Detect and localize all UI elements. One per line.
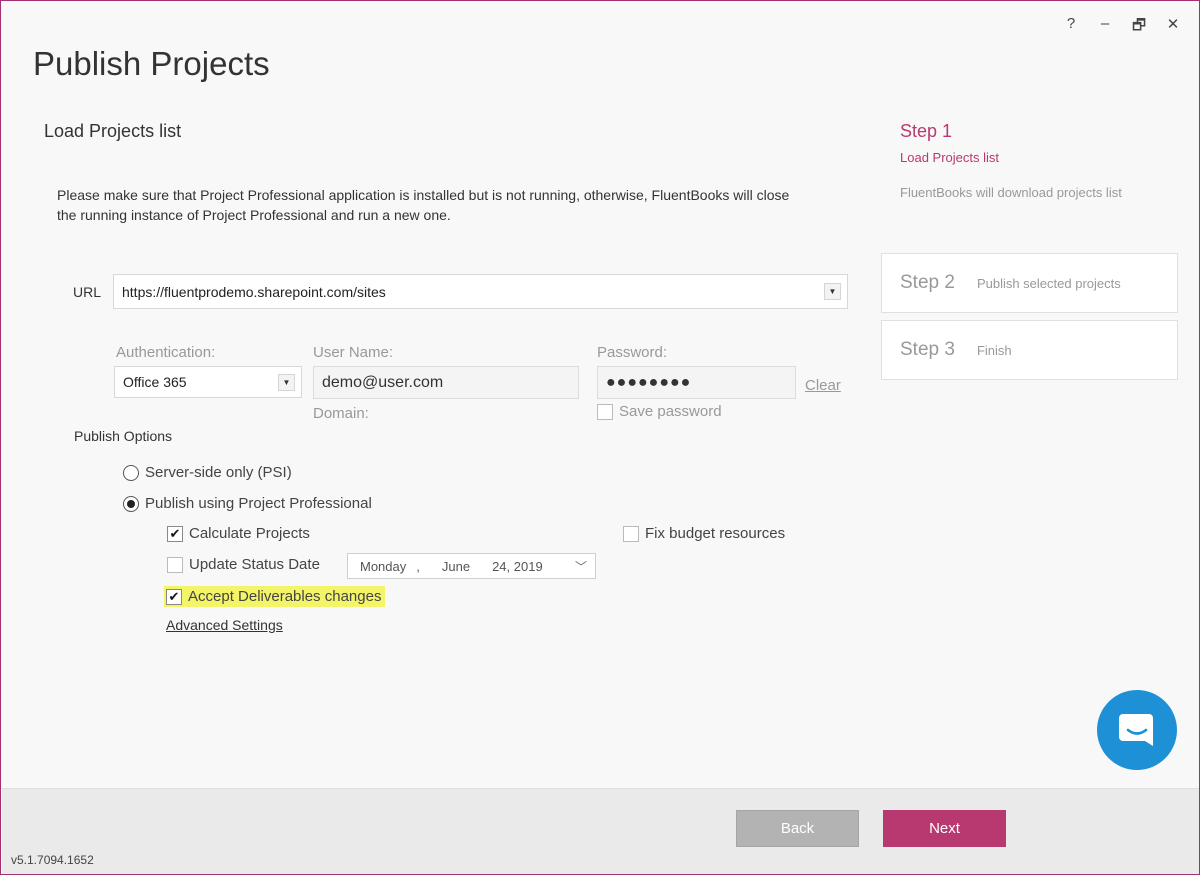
chat-button[interactable] [1097,690,1177,770]
dropdown-arrow-icon[interactable]: ▼ [824,283,841,300]
chevron-down-icon[interactable]: ﹀ [575,558,587,575]
step1-description: FluentBooks will download projects list [900,185,1122,200]
minimize-icon[interactable]: – [1097,15,1113,40]
password-label: Password: [597,344,668,361]
update-status-date-checkbox[interactable] [167,556,183,573]
advanced-settings-link[interactable]: Advanced Settings [166,617,283,633]
window-controls: ? – 🗗 ✕ [1063,15,1181,40]
username-label: User Name: [313,344,394,361]
accept-deliverables-checkbox[interactable]: ✔ [166,588,182,605]
fix-budget-label: Fix budget resources [645,525,786,542]
username-input[interactable]: demo@user.com [313,366,579,399]
step3-title: Step 3 [900,339,955,360]
step1-title: Step 1 [900,121,953,141]
chat-icon [1119,714,1153,746]
back-button[interactable]: Back [736,810,859,847]
radio-server-side[interactable] [123,464,139,481]
authentication-select[interactable]: Office 365 ▼ [114,366,302,398]
accept-deliverables-label: Accept Deliverables changes [188,588,382,605]
url-label: URL [73,284,102,300]
close-icon[interactable]: ✕ [1165,15,1181,40]
radio-server-side-row[interactable]: Server-side only (PSI) [123,464,292,481]
radio-project-professional-label: Publish using Project Professional [145,495,372,512]
domain-label: Domain: [313,405,369,422]
dropdown-arrow-icon[interactable]: ▼ [278,373,295,391]
publish-options-label: Publish Options [74,428,173,444]
footer-bar [2,788,1199,874]
radio-project-professional[interactable] [123,495,139,512]
step3-card: Step 3 Finish [881,320,1178,380]
username-value: demo@user.com [322,373,444,391]
status-date-picker[interactable]: Monday , June 24, 2019 ﹀ [347,553,596,579]
url-combobox[interactable]: https://fluentprodemo.sharepoint.com/sit… [113,274,848,309]
app-window: ? – 🗗 ✕ Publish Projects Load Projects l… [0,0,1200,875]
update-status-date-label: Update Status Date [189,556,320,573]
accept-deliverables-highlight: ✔ Accept Deliverables changes [164,586,386,607]
date-day-year[interactable]: 24, 2019 [492,559,543,574]
calculate-projects-checkbox[interactable]: ✔ [167,525,183,542]
notice-text: Please make sure that Project Profession… [57,187,790,223]
calculate-projects-label: Calculate Projects [189,525,310,542]
fix-budget-checkbox[interactable] [623,525,639,542]
save-password-label: Save password [619,403,722,420]
password-input[interactable]: ●●●●●●●● [597,366,796,399]
radio-selected-dot [127,499,135,508]
date-separator: , [416,558,420,574]
update-status-date-row[interactable]: Update Status Date [167,556,320,573]
calculate-projects-row[interactable]: ✔ Calculate Projects [167,525,310,542]
accept-deliverables-row[interactable]: ✔ Accept Deliverables changes [164,586,386,607]
restore-icon[interactable]: 🗗 [1131,15,1147,40]
date-month[interactable]: June [442,559,470,574]
radio-server-side-label: Server-side only (PSI) [145,464,292,481]
section-title: Load Projects list [44,121,182,141]
clear-password-link[interactable]: Clear [805,377,841,394]
save-password-checkbox[interactable] [597,403,613,420]
step3-text: Finish [976,342,1012,358]
page-title: Publish Projects [33,45,270,82]
next-button[interactable]: Next [883,810,1006,847]
step2-title: Step 2 [900,272,955,293]
password-value: ●●●●●●●● [606,373,692,391]
help-icon[interactable]: ? [1063,15,1079,40]
step2-text: Publish selected projects [976,275,1121,291]
authentication-label: Authentication: [116,344,216,361]
authentication-value[interactable]: Office 365 [115,374,278,390]
url-value[interactable]: https://fluentprodemo.sharepoint.com/sit… [114,284,824,300]
step1-subtitle: Load Projects list [900,150,999,165]
date-weekday[interactable]: Monday [360,559,406,574]
radio-project-professional-row[interactable]: Publish using Project Professional [123,495,372,512]
fix-budget-row[interactable]: Fix budget resources [623,525,785,542]
version-label: v5.1.7094.1652 [11,853,94,867]
save-password-row[interactable]: Save password [597,403,722,420]
step2-card: Step 2 Publish selected projects [881,253,1178,313]
